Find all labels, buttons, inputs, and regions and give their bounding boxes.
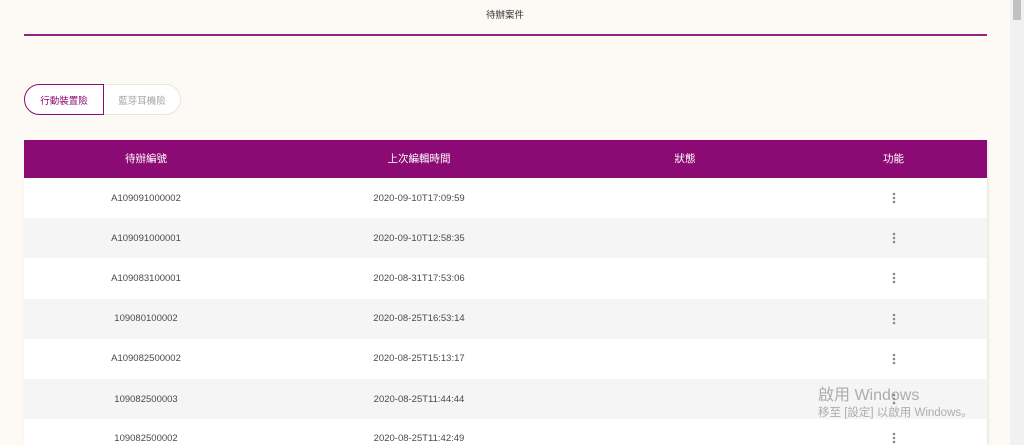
case-number-cell: A109082500002 xyxy=(111,353,181,365)
actions-cell xyxy=(800,379,987,419)
actions-cell xyxy=(800,258,987,298)
pending-cases-table: 待辦編號 上次編輯時間 狀態 功能 A109091000002 2020-09-… xyxy=(24,140,987,445)
more-vert-icon xyxy=(892,232,895,244)
actions-cell xyxy=(800,299,987,339)
case-number-cell: 109080100002 xyxy=(114,313,178,325)
actions-cell xyxy=(800,419,987,445)
actions-cell xyxy=(800,339,987,379)
more-vert-icon xyxy=(892,273,895,284)
row-more-actions-button[interactable] xyxy=(887,231,901,245)
status-cell xyxy=(570,258,800,298)
table-header-row: 待辦編號 上次編輯時間 狀態 功能 xyxy=(24,140,987,178)
row-more-actions-button[interactable] xyxy=(887,191,901,205)
page-title: 待辦案件 xyxy=(485,10,524,21)
tab-mobile-device-insurance[interactable]: 行動裝置險 xyxy=(24,84,104,115)
status-cell xyxy=(570,419,800,445)
table-row: 109082500003 2020-08-25T11:44:44 xyxy=(24,378,987,420)
case-number-cell: A109083100001 xyxy=(111,272,181,284)
actions-cell xyxy=(800,218,987,258)
last-edited-cell: 2020-08-25T11:42:49 xyxy=(373,433,465,445)
table-row: 109080100002 2020-08-25T16:53:14 xyxy=(24,298,987,339)
row-more-actions-button[interactable] xyxy=(887,352,901,366)
last-edited-cell: 2020-08-25T16:53:14 xyxy=(373,313,465,325)
actions-cell xyxy=(800,178,987,218)
more-vert-icon xyxy=(892,192,895,204)
last-edited-cell: 2020-08-25T15:13:17 xyxy=(373,353,465,365)
case-number-cell: 109082500002 xyxy=(114,433,178,445)
more-vert-icon xyxy=(892,432,895,444)
more-vert-icon xyxy=(892,393,895,405)
status-cell xyxy=(570,379,800,419)
row-more-actions-button[interactable] xyxy=(887,392,901,406)
status-cell xyxy=(570,218,800,258)
status-cell xyxy=(570,178,800,218)
tab-bluetooth-earphone-insurance[interactable]: 藍芽耳機險 xyxy=(104,84,181,115)
column-header-case-number: 待辦編號 xyxy=(125,153,167,165)
case-number-cell: 109082500003 xyxy=(114,393,178,405)
row-more-actions-button[interactable] xyxy=(887,431,901,445)
last-edited-cell: 2020-09-10T17:09:59 xyxy=(373,192,465,204)
last-edited-cell: 2020-08-31T17:53:06 xyxy=(373,272,465,284)
column-header-status: 狀態 xyxy=(674,153,696,165)
vertical-scrollbar[interactable] xyxy=(1010,0,1024,445)
last-edited-cell: 2020-08-25T11:44:44 xyxy=(373,393,465,405)
last-edited-cell: 2020-09-10T12:58:35 xyxy=(373,232,465,244)
more-vert-icon xyxy=(892,353,895,365)
table-row: A109083100001 2020-08-31T17:53:06 xyxy=(24,258,987,299)
table-row: A109082500002 2020-08-25T15:13:17 xyxy=(24,338,987,379)
row-more-actions-button[interactable] xyxy=(887,312,901,326)
column-header-last-edited: 上次編輯時間 xyxy=(387,153,451,165)
table-row: A109091000002 2020-09-10T17:09:59 xyxy=(24,178,987,219)
scrollbar-thumb[interactable] xyxy=(1013,0,1021,20)
status-cell xyxy=(570,299,800,339)
table-row: A109091000001 2020-09-10T12:58:35 xyxy=(24,218,987,259)
more-vert-icon xyxy=(892,313,895,324)
column-header-actions: 功能 xyxy=(883,153,904,165)
case-number-cell: A109091000002 xyxy=(111,192,181,204)
title-divider xyxy=(24,34,987,36)
status-cell xyxy=(570,339,800,379)
row-more-actions-button[interactable] xyxy=(887,271,901,285)
case-number-cell: A109091000001 xyxy=(111,232,181,244)
table-row: 109082500002 2020-08-25T11:42:49 xyxy=(24,419,987,445)
insurance-type-tabs: 行動裝置險 藍芽耳機險 xyxy=(24,84,181,115)
